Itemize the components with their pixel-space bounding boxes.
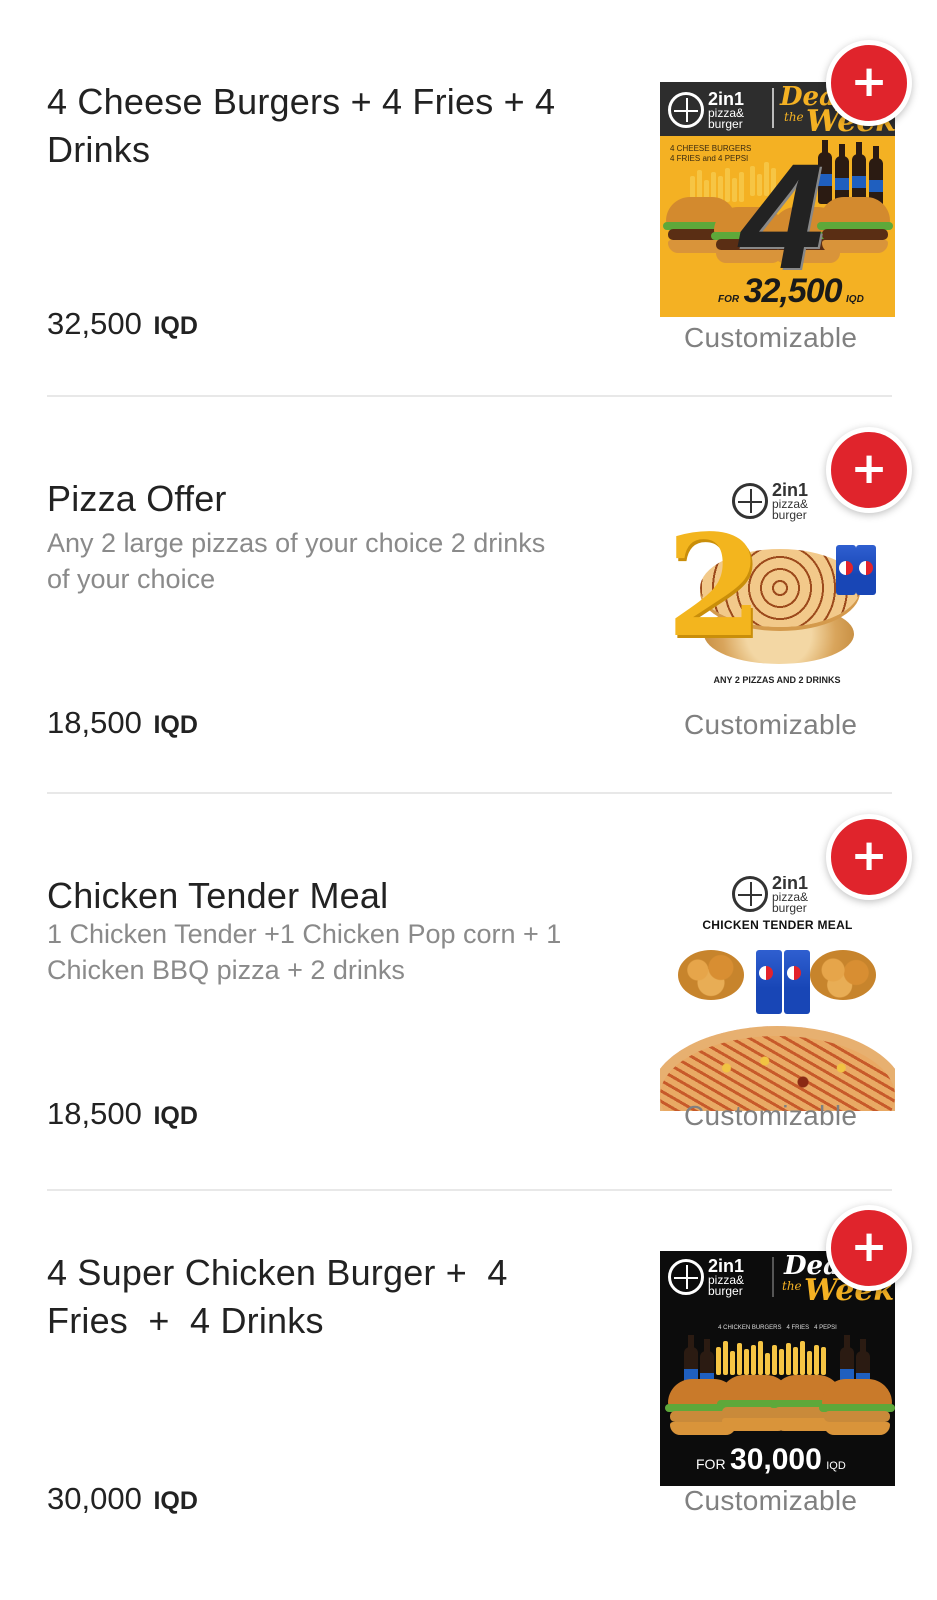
plus-icon: + [850,829,888,881]
brand-logo: 2in1 pizza& burger [668,1257,744,1297]
price-value: 30,000 [47,1481,142,1516]
image-price: FOR 32,500 IQD [718,272,864,311]
brand-logo: 2in1 pizza& burger [668,90,744,130]
big-number: 2 [666,505,764,669]
price-currency: IQD [153,312,198,340]
header-separator [772,1257,774,1297]
price-currency: IQD [153,711,198,739]
menu-item[interactable]: 4 Cheese Burgers + 4 Fries + 4 Drinks 32… [0,0,937,397]
brand-sub: burger [708,117,743,131]
customizable-label: Customizable [684,322,858,353]
burger-image [819,1379,895,1435]
price-value: 32,500 [47,306,142,341]
chicken-basket-image [810,950,876,1000]
image-caption: 4 FRIES and 4 PEPSI [670,154,749,163]
price-value: 18,500 [47,1096,142,1131]
item-image[interactable]: 2in1 pizza& burger 2 ANY 2 PIZZAS AND 2 … [660,479,895,714]
price-currency: IQD [153,1102,198,1130]
pizza-burger-logo-icon [668,92,704,128]
image-caption: 4 CHICKEN BURGERS 4 FRIES 4 PEPSI [718,1325,837,1331]
brand-sub: burger [772,508,807,522]
item-price: 18,500 IQD [47,705,198,741]
customizable-label: Customizable [684,1100,858,1131]
pepsi-can-image [856,545,876,595]
image-price-value: 30,000 [730,1443,822,1476]
item-title: 4 Super Chicken Burger + 4 Fries + 4 Dri… [47,1252,518,1341]
add-to-cart-button[interactable]: + [826,1205,912,1291]
customizable-label: Customizable [684,1485,858,1516]
add-to-cart-button[interactable]: + [826,427,912,513]
image-currency: IQD [846,294,864,305]
pepsi-can-image [784,950,810,1014]
menu-item[interactable]: 4 Super Chicken Burger + 4 Fries + 4 Dri… [0,1191,937,1600]
burger-image [817,197,893,253]
customizable-label: Customizable [684,709,858,740]
image-price-value: 32,500 [743,272,843,310]
item-price: 18,500 IQD [47,1096,198,1132]
menu-item[interactable]: Chicken Tender Meal 1 Chicken Tender +1 … [0,794,937,1191]
brand-sub: burger [708,1284,743,1298]
image-for-label: FOR [718,294,740,305]
image-for-label: FOR [696,1456,726,1472]
image-currency: IQD [826,1460,846,1472]
chicken-basket-image [678,950,744,1000]
pizza-image [660,1026,895,1111]
item-image[interactable]: 2in1 pizza& burger CHICKEN TENDER MEAL [660,876,895,1111]
item-description: Any 2 large pizzas of your choice 2 drin… [47,528,546,594]
item-description: 1 Chicken Tender +1 Chicken Pop corn + 1… [47,919,562,985]
pizza-burger-logo-icon [668,1259,704,1295]
add-to-cart-button[interactable]: + [826,814,912,900]
plus-icon: + [850,1220,888,1272]
pepsi-can-image [836,545,856,595]
fries-image [716,1341,826,1375]
add-to-cart-button[interactable]: + [826,40,912,126]
price-value: 18,500 [47,705,142,740]
item-price: 30,000 IQD [47,1481,198,1517]
plus-icon: + [850,55,888,107]
image-caption: ANY 2 PIZZAS AND 2 DRINKS [713,675,841,685]
item-title: 4 Cheese Burgers + 4 Fries + 4 Drinks [47,81,556,170]
pizza-burger-logo-icon [732,876,768,912]
brand-sub: burger [772,901,807,915]
image-heading: CHICKEN TENDER MEAL [702,918,853,932]
image-price: FOR 30,000 IQD [696,1443,846,1477]
item-title: Chicken Tender Meal [47,875,389,916]
header-separator [772,88,774,128]
deal-the: the [784,110,804,124]
menu-item[interactable]: Pizza Offer Any 2 large pizzas of your c… [0,397,937,794]
brand-logo: 2in1 pizza& burger [732,876,808,914]
deal-the: the [782,1279,802,1293]
pepsi-can-image [756,950,782,1014]
item-title: Pizza Offer [47,478,227,519]
item-price: 32,500 IQD [47,306,198,342]
price-currency: IQD [153,1487,198,1515]
plus-icon: + [850,442,888,494]
